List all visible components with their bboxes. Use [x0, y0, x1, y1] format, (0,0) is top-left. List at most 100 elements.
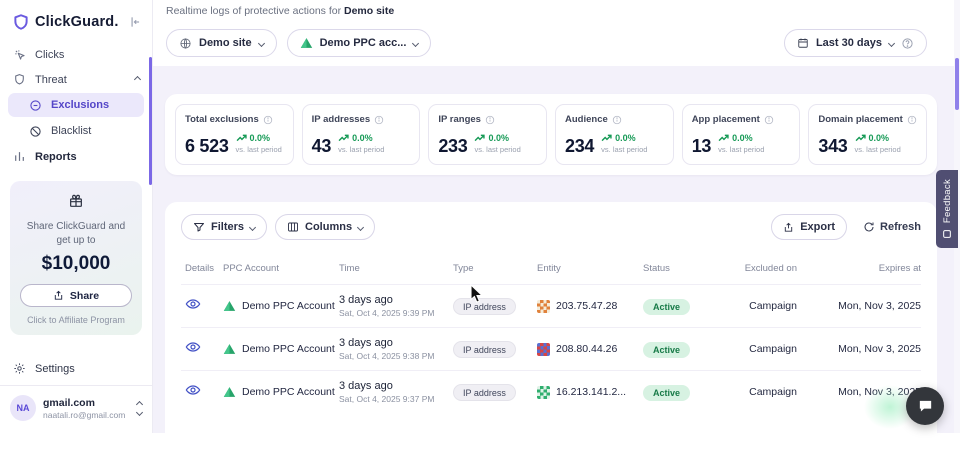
affiliate-promo-card: Share ClickGuard and get up to $10,000 S… [10, 181, 142, 335]
ppc-account-name: Demo PPC Account [242, 386, 335, 398]
refresh-button[interactable]: Refresh [863, 221, 921, 233]
info-icon[interactable] [263, 115, 273, 125]
export-button[interactable]: Export [771, 214, 847, 240]
trend-up-icon [718, 134, 729, 142]
col-header-status[interactable]: Status [643, 263, 733, 275]
col-header-details[interactable]: Details [181, 263, 223, 275]
view-details-eye-icon[interactable] [185, 298, 201, 310]
stats-panel: Total exclusions 6 523 0.0% vs. last per… [165, 94, 937, 175]
view-details-eye-icon[interactable] [185, 341, 201, 353]
filters-button[interactable]: Filters [181, 214, 267, 240]
info-icon[interactable] [374, 115, 384, 125]
col-header-ppc-account[interactable]: PPC Account [223, 263, 339, 275]
bar-chart-icon [13, 150, 26, 163]
brand-row: ClickGuard. [0, 0, 152, 42]
clickguard-logo-icon [12, 13, 30, 31]
page-title-site: Demo site [344, 5, 394, 17]
stat-value: 43 [312, 138, 331, 154]
sidebar-item-label: Reports [35, 151, 77, 163]
view-details-eye-icon[interactable] [185, 384, 201, 396]
affiliate-link[interactable]: Click to Affiliate Program [20, 315, 132, 325]
date-range-dropdown[interactable]: Last 30 days [784, 29, 927, 57]
table-row[interactable]: Demo PPC Account 3 days ago Sat, Oct 4, … [181, 370, 921, 413]
col-header-entity[interactable]: Entity [537, 263, 643, 275]
sidebar: ClickGuard. Clicks Threat Exclusions Bla… [0, 0, 152, 433]
col-header-excluded-on[interactable]: Excluded on [733, 263, 797, 275]
promo-amount: $10,000 [20, 253, 132, 275]
feedback-tab[interactable]: Feedback [936, 170, 958, 248]
sidebar-item-exclusions[interactable]: Exclusions [8, 93, 144, 117]
globe-icon [179, 37, 192, 50]
stat-card-domain-placement: Domain placement 343 0.0% vs. last perio… [808, 104, 927, 165]
table-row[interactable]: Demo PPC Account 3 days ago Sat, Oct 4, … [181, 284, 921, 327]
avatar: NA [10, 395, 36, 421]
page-title-prefix: Realtime logs of protective actions for [166, 5, 344, 17]
status-badge: Active [643, 342, 690, 358]
chevron-down-icon [258, 39, 265, 46]
chat-bubble-icon [917, 398, 934, 415]
stat-value: 343 [818, 138, 847, 154]
entity-ip: 208.80.44.26 [556, 343, 617, 355]
excluded-on-value: Campaign [733, 300, 797, 312]
country-flag-icon [537, 386, 550, 399]
type-badge: IP address [453, 298, 516, 315]
sidebar-item-settings[interactable]: Settings [0, 353, 152, 385]
sidebar-item-clicks[interactable]: Clicks [0, 42, 152, 67]
account-filter-dropdown[interactable]: Demo PPC acc... [287, 29, 432, 57]
stat-note: vs. last period [236, 145, 282, 154]
stat-label: Audience [565, 114, 608, 125]
stat-label: App placement [692, 114, 760, 125]
chat-launcher-button[interactable] [906, 387, 944, 425]
stat-trend: 0.0% [488, 133, 509, 143]
trend-up-icon [855, 134, 866, 142]
ppc-account-icon [223, 300, 236, 312]
chevron-up-icon [134, 76, 141, 83]
info-icon[interactable] [907, 115, 917, 125]
status-badge: Active [643, 385, 690, 401]
site-filter-dropdown[interactable]: Demo site [166, 29, 277, 57]
scrollbar-thumb[interactable] [955, 58, 959, 110]
sidebar-scrollbar-thumb[interactable] [149, 57, 152, 185]
time-relative: 3 days ago [339, 294, 453, 306]
gear-icon [13, 362, 26, 375]
refresh-icon [863, 221, 875, 233]
help-circle-icon[interactable] [901, 37, 914, 50]
chevron-down-icon [249, 223, 256, 230]
export-icon [783, 222, 794, 233]
expires-at-value: Mon, Nov 3, 2025 [797, 343, 921, 355]
stat-label: IP addresses [312, 114, 370, 125]
columns-button[interactable]: Columns [275, 214, 375, 240]
col-header-type[interactable]: Type [453, 263, 537, 275]
stat-trend: 0.0% [732, 133, 753, 143]
info-icon[interactable] [764, 115, 774, 125]
stat-label: Domain placement [818, 114, 902, 125]
stat-label: Total exclusions [185, 114, 259, 125]
country-flag-icon [537, 300, 550, 313]
logs-table-card: Filters Columns Export Refresh Details P… [165, 202, 937, 462]
filters-label: Filters [211, 221, 244, 233]
col-header-expires-at[interactable]: Expires at [797, 263, 921, 275]
user-account-menu[interactable]: NA gmail.com naatali.ro@gmail.com [0, 386, 152, 433]
info-icon[interactable] [485, 115, 495, 125]
table-row[interactable]: Demo PPC Account 3 days ago Sat, Oct 4, … [181, 327, 921, 370]
sidebar-item-blacklist[interactable]: Blacklist [8, 119, 144, 143]
funnel-icon [193, 221, 205, 233]
stat-label: IP ranges [438, 114, 481, 125]
columns-label: Columns [305, 221, 352, 233]
stat-trend: 0.0% [869, 133, 890, 143]
trend-up-icon [338, 134, 349, 142]
info-icon[interactable] [612, 115, 622, 125]
col-header-time[interactable]: Time [339, 263, 453, 275]
sidebar-item-threat[interactable]: Threat [0, 67, 152, 92]
brand-name: ClickGuard. [35, 14, 119, 30]
feedback-label: Feedback [942, 179, 953, 223]
collapse-sidebar-button[interactable] [128, 15, 142, 29]
gift-icon [68, 193, 84, 209]
stat-card-app-placement: App placement 13 0.0% vs. last period [682, 104, 801, 165]
share-button[interactable]: Share [20, 284, 132, 307]
circle-minus-icon [29, 99, 42, 112]
type-badge: IP address [453, 341, 516, 358]
status-badge: Active [643, 299, 690, 315]
page-title: Realtime logs of protective actions for … [166, 5, 394, 17]
sidebar-item-reports[interactable]: Reports [0, 144, 152, 169]
